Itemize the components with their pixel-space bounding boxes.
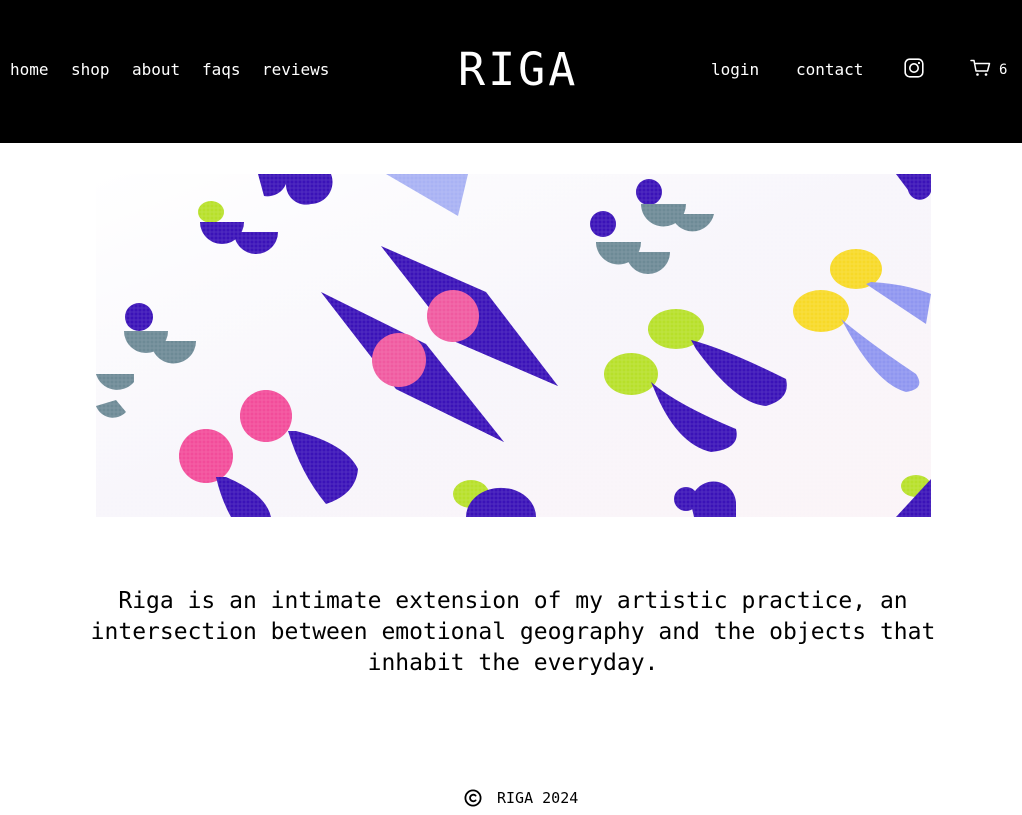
- site-logo[interactable]: RIGA: [458, 44, 578, 96]
- nav-about-link[interactable]: about: [132, 60, 180, 80]
- nav-faqs-link[interactable]: faqs: [202, 60, 241, 80]
- nav-reviews-link[interactable]: reviews: [262, 60, 329, 80]
- nav-home-link[interactable]: home: [10, 60, 49, 80]
- hero-image: [96, 174, 931, 517]
- site-header: home shop about faqs reviews RIGA login …: [0, 0, 1022, 143]
- cart-icon[interactable]: [970, 59, 991, 77]
- nav-shop-link[interactable]: shop: [71, 60, 110, 80]
- brand-tagline: Riga is an intimate extension of my arti…: [90, 588, 936, 676]
- cart-count-badge[interactable]: 6: [999, 60, 1007, 80]
- nav-login-link[interactable]: login: [711, 60, 759, 80]
- site-footer: RIGA 2024: [0, 786, 1022, 810]
- instagram-icon[interactable]: [904, 58, 924, 78]
- copyright-icon: [464, 789, 482, 807]
- footer-copyright-text: RIGA 2024: [497, 789, 579, 807]
- textile-earrings-photo: [96, 174, 931, 517]
- nav-contact-link[interactable]: contact: [796, 60, 863, 80]
